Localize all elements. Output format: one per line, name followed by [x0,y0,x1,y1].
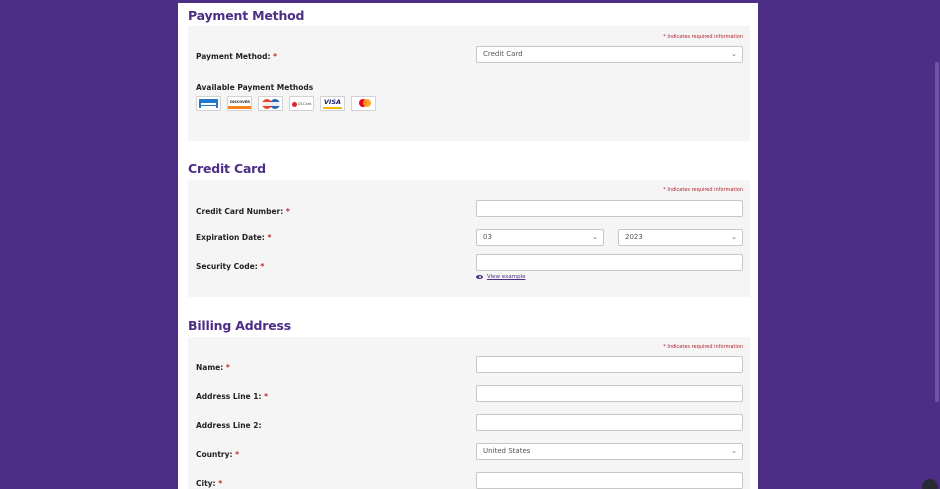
chat-launcher-button[interactable] [922,479,938,489]
credit-card-title: Credit Card [188,161,266,176]
amex-card-icon [196,96,221,111]
diners-club-card-icon [258,96,283,111]
chevron-down-icon: ⌄ [731,447,737,455]
view-example-link[interactable]: View example [476,274,525,280]
country-select[interactable]: United States ⌄ [476,443,743,460]
address-line-2-label: Address Line 2: [196,421,262,430]
security-code-input[interactable] [476,254,743,271]
chevron-down-icon: ⌄ [592,233,598,241]
required-note: * Indicates required information [663,187,743,193]
expiration-date-label: Expiration Date: * [196,233,272,242]
billing-address-panel: * Indicates required information Name: *… [188,337,750,489]
discover-card-icon: DISCOVER [227,96,252,111]
required-note: * Indicates required information [663,34,743,40]
address-line-2-input[interactable] [476,414,743,431]
checkout-page: Payment Method * Indicates required info… [178,3,758,489]
name-input[interactable] [476,356,743,373]
scrollbar-thumb[interactable] [935,62,939,402]
address-line-1-label: Address Line 1: * [196,392,269,401]
security-code-label: Security Code: * [196,262,265,271]
card-number-input[interactable] [476,200,743,217]
available-payment-methods-label: Available Payment Methods [196,83,314,92]
city-label: City: * [196,479,223,488]
dccard-icon: DCCard [289,96,314,111]
payment-method-title: Payment Method [188,8,305,23]
country-label: Country: * [196,450,240,459]
visa-card-icon: VISA [320,96,345,111]
mastercard-icon [351,96,376,111]
name-label: Name: * [196,363,230,372]
expiration-month-select[interactable]: 03 ⌄ [476,229,604,246]
city-input[interactable] [476,472,743,489]
expiration-year-select[interactable]: 2023 ⌄ [618,229,743,246]
payment-method-select[interactable]: Credit Card ⌄ [476,46,743,63]
required-note: * Indicates required information [663,344,743,350]
card-number-label: Credit Card Number: * [196,207,290,216]
payment-method-panel: * Indicates required information Payment… [188,26,750,141]
address-line-1-input[interactable] [476,385,743,402]
eye-icon [476,275,483,279]
payment-card-logos: DISCOVER DCCard VISA [196,96,376,111]
chevron-down-icon: ⌄ [731,50,737,58]
chevron-down-icon: ⌄ [731,233,737,241]
payment-method-label: Payment Method: * [196,52,278,61]
credit-card-panel: * Indicates required information Credit … [188,180,750,297]
page-scrollbar[interactable] [934,0,940,489]
billing-address-title: Billing Address [188,318,291,333]
